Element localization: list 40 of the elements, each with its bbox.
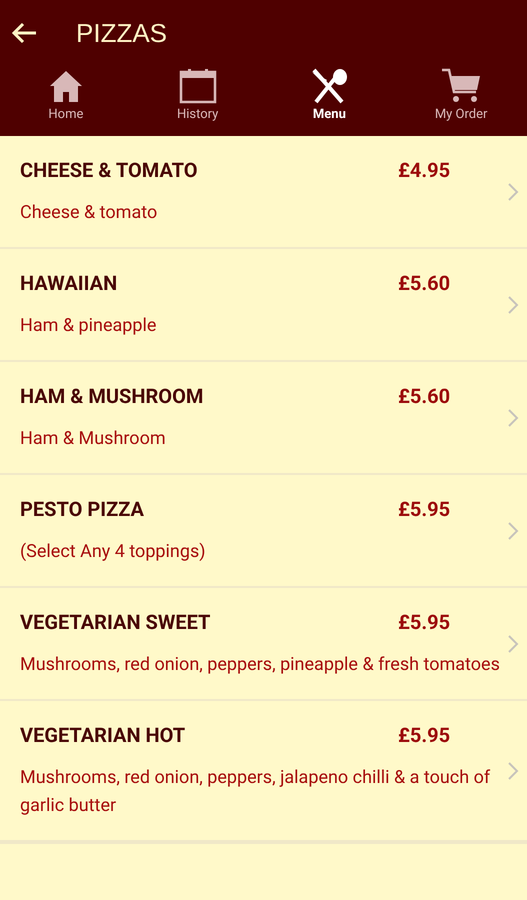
item-name: PESTO PIZZA xyxy=(20,496,145,523)
menu-item-card[interactable]: VEGETARIAN HOT £5.95 Mushrooms, red onion, peppers, jalapeno chilli & a touch of garlic butter xyxy=(0,701,527,842)
menu-item-card[interactable]: HAWAIIAN £5.60 Ham & pineapple xyxy=(0,249,527,362)
item-price: £4.95 xyxy=(398,157,450,184)
calendar-icon xyxy=(178,68,217,104)
item-name: HAM & MUSHROOM xyxy=(20,383,204,410)
chevron-right-icon xyxy=(507,408,519,428)
chevron-right-icon xyxy=(507,520,519,540)
item-price: £5.60 xyxy=(398,383,450,410)
chevron-right-icon xyxy=(507,294,519,314)
item-price: £5.95 xyxy=(398,609,450,636)
item-name: CHEESE & TOMATO xyxy=(20,157,199,184)
chevron-right-icon xyxy=(507,760,519,780)
item-description: (Select Any 4 toppings) xyxy=(20,540,207,564)
item-description: Mushrooms, red onion, peppers, pineapple & fresh tomatoes xyxy=(20,653,501,677)
nav-tab[interactable]: History xyxy=(132,66,264,136)
item-name: VEGETARIAN HOT xyxy=(20,722,186,749)
item-price: £5.60 xyxy=(398,270,450,297)
item-description: Mushrooms, red onion, peppers, jalapeno chilli & a touch of garlic butter xyxy=(20,766,492,818)
knife-spoon-icon xyxy=(310,68,348,104)
menu-item-card[interactable]: PESTO PIZZA £5.95 (Select Any 4 toppings) xyxy=(0,475,527,588)
item-name: VEGETARIAN SWEET xyxy=(20,609,212,636)
chevron-right-icon xyxy=(507,634,519,654)
nav-tab[interactable]: Menu xyxy=(264,66,396,136)
menu-item-card[interactable]: VEGETARIAN SWEET £5.95 Mushrooms, red onion, peppers, pineapple & fresh tomatoes xyxy=(0,588,527,701)
item-price: £5.95 xyxy=(398,496,450,523)
chevron-right-icon xyxy=(507,182,519,202)
nav-tab[interactable]: Home xyxy=(0,66,132,136)
cart-icon xyxy=(441,68,482,104)
item-name: HAWAIIAN xyxy=(20,270,118,297)
item-description: Ham & Mushroom xyxy=(20,427,167,451)
screen-title: PIZZAS xyxy=(76,16,168,50)
menu-item-card[interactable]: CHEESE & TOMATO £4.95 Cheese & tomato xyxy=(0,136,527,249)
home-icon xyxy=(48,68,84,104)
back-icon[interactable] xyxy=(12,22,38,44)
item-description: Ham & pineapple xyxy=(20,314,158,338)
menu-item-card[interactable]: HAM & MUSHROOM £5.60 Ham & Mushroom xyxy=(0,362,527,475)
item-description: Cheese & tomato xyxy=(20,201,158,225)
item-price: £5.95 xyxy=(398,722,450,749)
nav-tab[interactable]: My Order xyxy=(395,66,527,136)
